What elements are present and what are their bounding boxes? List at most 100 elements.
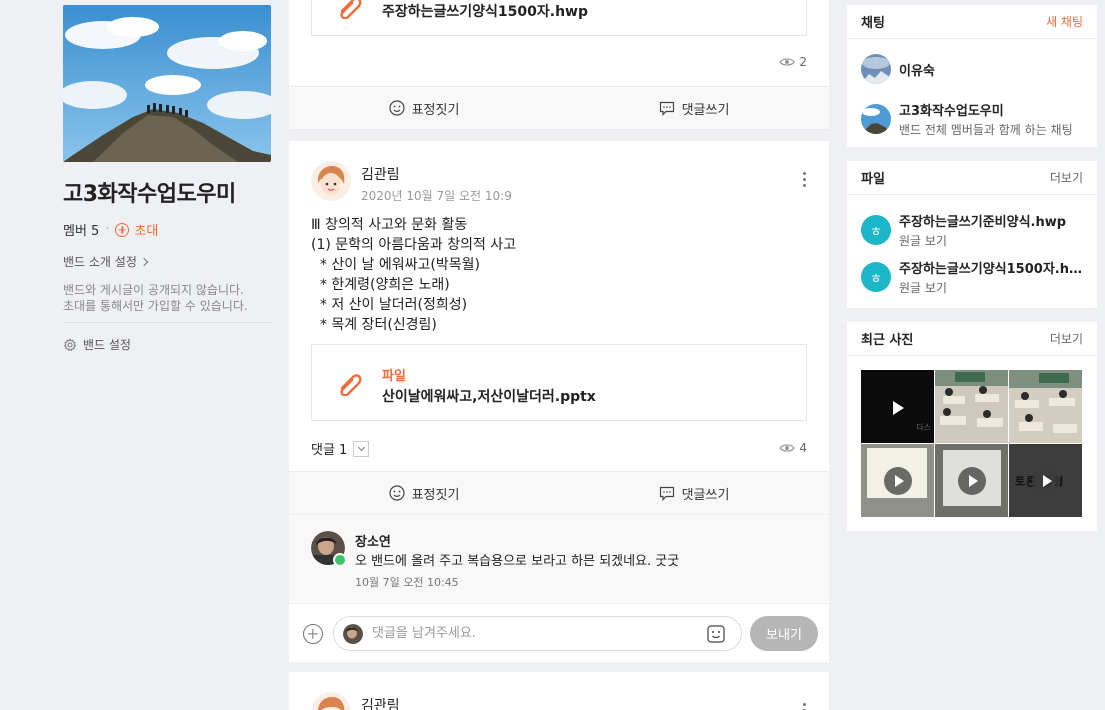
invite-button[interactable]: 초대 [115, 220, 158, 239]
write-comment-button[interactable]: 댓글쓰기 [559, 87, 829, 129]
intro-link-label: 밴드 소개 설정 [63, 255, 137, 269]
eye-icon [779, 58, 796, 66]
view-count-value: 2 [799, 55, 807, 69]
file-title: 주장하는글쓰기준비양식.hwp [899, 215, 1067, 230]
band-settings-label: 밴드 설정 [83, 338, 131, 352]
post-action-bar: 표정짓기 댓글쓰기 [289, 86, 829, 130]
member-row: 멤버 5 · 초대 [63, 220, 271, 239]
paperclip-icon [340, 0, 362, 19]
post-body: Ⅲ 창의적 사고와 문화 활동 (1) 문학의 아름다움과 창의적 사고 * 산… [311, 217, 517, 333]
chevron-right-icon [139, 257, 149, 266]
privacy-notice: 밴드와 게시글이 공개되지 않습니다. 초대를 통해서만 가입할 수 있습니다. [63, 283, 248, 313]
file-list-item[interactable]: ㅎ 주장하는글쓰기준비양식.hwp 원글 보기 [861, 211, 1089, 249]
chat-item[interactable]: 고3화작수업도우미 밴드 전체 멤버들과 함께 하는 채팅 [861, 100, 1074, 138]
write-comment-button[interactable]: 댓글쓰기 [559, 472, 829, 514]
photo-thumbnail[interactable]: 다스 [861, 370, 934, 443]
chat-panel-title: 채팅 [861, 16, 885, 31]
photo-thumbnail[interactable]: 토론 동형 [1009, 444, 1082, 517]
author-avatar[interactable] [311, 161, 351, 201]
paperclip-icon [340, 374, 362, 396]
post-author-name[interactable]: 김관림 [361, 164, 400, 184]
photos-more-link[interactable]: 더보기 [1050, 330, 1083, 347]
chat-item[interactable]: 이유숙 [861, 54, 935, 84]
files-panel: 파일 더보기 ㅎ 주장하는글쓰기준비양식.hwp 원글 보기 ㅎ 주장하는글쓰기… [847, 161, 1097, 308]
chat-avatar [861, 104, 891, 134]
file-attachment[interactable]: 파일 산이날에워싸고,저산이날더러.pptx [311, 344, 807, 421]
band-name: 고3화작수업도우미 [63, 182, 236, 207]
write-comment-label: 댓글쓰기 [681, 487, 730, 503]
view-original-link[interactable]: 원글 보기 [899, 279, 1089, 296]
more-options-icon[interactable] [803, 703, 807, 710]
comment-date: 10월 7일 오전 10:45 [355, 576, 459, 589]
comment-count-label: 댓글 1 [311, 443, 348, 458]
attachment-type-label: 파일 [382, 369, 406, 384]
attachment-file-name: 산이날에워싸고,저산이날더러.pptx [382, 389, 596, 405]
react-button[interactable]: 표정짓기 [289, 87, 559, 129]
chat-panel: 채팅 새 채팅 이유숙 고3화작수업도우미 밴드 전체 멤버들과 함께 하는 채… [847, 5, 1097, 147]
comment-icon [659, 486, 674, 501]
emoticon-icon[interactable] [707, 625, 725, 643]
photo-thumbnail[interactable] [861, 444, 934, 517]
gear-icon [63, 337, 77, 351]
band-info-panel: 고3화작수업도우미 멤버 5 · 초대 밴드 소개 설정 밴드와 게시글이 공개… [63, 5, 271, 353]
send-button[interactable]: 보내기 [750, 616, 818, 651]
expand-comments-toggle[interactable] [353, 440, 370, 457]
admin-crown-badge [333, 553, 347, 567]
react-label: 표정짓기 [411, 102, 460, 118]
hwp-file-icon: ㅎ [861, 215, 891, 245]
chat-description: 밴드 전체 멤버들과 함께 하는 채팅 [899, 123, 1073, 137]
react-button[interactable]: 표정짓기 [289, 472, 559, 514]
smiley-icon [388, 100, 405, 116]
photo-grid: 다스 토론 동형 [861, 370, 1082, 517]
files-more-link[interactable]: 더보기 [1050, 169, 1083, 186]
author-avatar[interactable] [311, 692, 351, 710]
divider [63, 322, 271, 323]
plus-circle-icon [115, 222, 130, 237]
comment-author-name[interactable]: 장소연 [355, 531, 391, 550]
hwp-file-icon: ㅎ [861, 262, 891, 292]
play-icon [1031, 466, 1060, 495]
attach-plus-button[interactable] [303, 624, 323, 644]
file-attachment[interactable]: 주장하는글쓰기양식1500자.hwp [311, 0, 807, 36]
eye-icon [779, 444, 796, 452]
comment-composer: 보내기 [289, 603, 829, 662]
separator-dot: · [105, 222, 110, 237]
comment-input-wrapper [333, 616, 742, 651]
photo-thumbnail[interactable] [1009, 370, 1082, 443]
play-icon [888, 397, 908, 417]
comment-icon [659, 101, 674, 116]
photos-panel-header: 최근 사진 더보기 [847, 322, 1097, 356]
post-date: 2020년 10월 7일 오전 10:9 [361, 189, 512, 203]
comment-input[interactable] [372, 617, 692, 650]
more-options-icon[interactable] [803, 172, 807, 187]
my-avatar [343, 624, 363, 644]
smiley-icon [388, 485, 405, 501]
new-chat-link[interactable]: 새 채팅 [1046, 13, 1083, 30]
files-panel-header: 파일 더보기 [847, 161, 1097, 195]
chat-name: 고3화작수업도우미 [899, 104, 1004, 119]
comment-text: 오 밴드에 올려 주고 복습용으로 보라고 하믄 되겠네요. 굿굿 [355, 554, 680, 569]
view-count: 2 [779, 55, 807, 69]
play-icon [957, 466, 986, 495]
comment-count[interactable]: 댓글 1 [311, 439, 370, 458]
file-list-item[interactable]: ㅎ 주장하는글쓰기양식1500자.hwp 원글 보기 [861, 258, 1089, 296]
play-icon [883, 466, 912, 495]
band-intro-settings-link[interactable]: 밴드 소개 설정 [63, 253, 271, 270]
photo-thumbnail[interactable] [935, 444, 1008, 517]
band-cover-image[interactable] [63, 5, 271, 162]
react-label: 표정짓기 [411, 487, 460, 503]
photo-thumbnail[interactable] [935, 370, 1008, 443]
files-panel-title: 파일 [861, 172, 885, 187]
file-title: 주장하는글쓰기양식1500자.hwp [899, 262, 1089, 277]
member-count[interactable]: 멤버 5 [63, 220, 99, 239]
post-card-next: 김관림 [289, 672, 829, 710]
chat-panel-header: 채팅 새 채팅 [847, 5, 1097, 39]
post-author-name[interactable]: 김관림 [361, 695, 400, 710]
view-count-value: 4 [799, 441, 807, 455]
chat-name: 이유숙 [899, 63, 935, 79]
view-original-link[interactable]: 원글 보기 [899, 232, 1089, 249]
band-settings-link[interactable]: 밴드 설정 [63, 336, 271, 353]
photos-panel-title: 최근 사진 [861, 333, 914, 348]
post-action-bar: 표정짓기 댓글쓰기 [289, 471, 829, 515]
write-comment-label: 댓글쓰기 [681, 102, 730, 118]
